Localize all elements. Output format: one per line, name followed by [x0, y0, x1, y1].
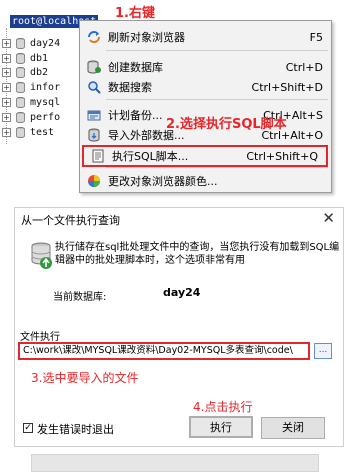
- menu-item-shortcut: F5: [309, 30, 323, 44]
- tree-item-label: perfo: [30, 111, 61, 123]
- tree-item-1[interactable]: + db1: [2, 51, 48, 65]
- menu-item-label: 更改对象浏览器颜色...: [108, 175, 218, 188]
- object-browser-tree: root@localhost + day24 + db1 + db2 + infor + mysq…: [0, 14, 99, 144]
- menu-item-shortcut: Ctrl+D: [285, 60, 323, 74]
- menu-item-2[interactable]: 数据搜索 Ctrl+Shift+D: [80, 77, 331, 97]
- menu-separator: [106, 50, 328, 51]
- dialog-description: 执行储存在sql批处理文件中的查询，当您执行没有加载到SQL编辑器中的批处理脚本…: [55, 242, 340, 266]
- tree-item-label: day24: [30, 37, 61, 49]
- sql-script-icon: [90, 148, 106, 164]
- context-menu: 刷新对象浏览器 F5 创建数据库 Ctrl+D 数据搜索 Ctrl+Shift+D 计划备份…: [79, 20, 332, 193]
- annotation-step1: 1.右键: [115, 6, 155, 21]
- backup-icon: [86, 107, 102, 123]
- tree-item-label: db2: [30, 66, 49, 78]
- execute-query-dialog: 从一个文件执行查询 ✕ 执行储存在sql批处理文件中的查询，当您执行没有加载到S…: [14, 207, 344, 472]
- menu-item-label: 数据搜索: [108, 81, 152, 94]
- menu-separator: [106, 167, 328, 168]
- annotation-step4: 4.点击执行: [193, 400, 253, 414]
- database-icon: [16, 111, 25, 123]
- menu-item-label: 创建数据库: [108, 61, 163, 74]
- tree-item-label: test: [30, 126, 55, 138]
- database-icon: [31, 242, 53, 270]
- tree-item-label: infor: [30, 81, 61, 93]
- refresh-icon: [86, 29, 102, 45]
- dialog-title: 从一个文件执行查询: [21, 214, 120, 227]
- menu-separator: [106, 99, 328, 100]
- progress-bar: [31, 454, 319, 472]
- tree-item-0[interactable]: + day24: [2, 36, 60, 50]
- exit-on-error-label: 发生错误时退出: [37, 423, 114, 436]
- database-icon: [16, 96, 25, 108]
- expand-icon[interactable]: +: [2, 97, 11, 107]
- menu-item-shortcut: Ctrl+Shift+D: [251, 80, 323, 94]
- menu-item-0[interactable]: 刷新对象浏览器 F5: [80, 27, 331, 47]
- file-execute-label: 文件执行: [20, 332, 60, 343]
- database-icon: [16, 126, 25, 138]
- expand-icon[interactable]: +: [2, 38, 11, 48]
- create-db-icon: [86, 59, 102, 75]
- menu-item-shortcut: Ctrl+Shift+Q: [246, 149, 318, 163]
- menu-item-label: 刷新对象浏览器: [108, 31, 185, 44]
- browse-button[interactable]: ...: [314, 343, 332, 359]
- menu-item-6[interactable]: 更改对象浏览器颜色...: [80, 171, 331, 191]
- execute-button[interactable]: 执行: [189, 416, 253, 438]
- close-icon[interactable]: ✕: [322, 209, 335, 227]
- expand-icon[interactable]: +: [2, 53, 11, 63]
- database-icon: [16, 66, 25, 78]
- import-icon: [86, 127, 102, 143]
- annotation-step3: 3.选中要导入的文件: [31, 371, 139, 385]
- file-path-input[interactable]: C:\work\课改\MYSQL课改资料\Day02-MYSQL多表查询\cod…: [18, 342, 310, 360]
- menu-item-label: 执行SQL脚本...: [112, 150, 189, 163]
- expand-icon[interactable]: +: [2, 112, 11, 122]
- annotation-step2: 2.选择执行SQL脚本: [166, 117, 287, 132]
- tree-item-label: db1: [30, 52, 49, 64]
- tree-item-label: mysql: [30, 96, 61, 108]
- database-icon: [16, 52, 25, 64]
- expand-icon[interactable]: +: [2, 82, 11, 92]
- exit-on-error-checkbox[interactable]: ✓: [23, 423, 33, 433]
- search-icon: [86, 79, 102, 95]
- database-icon: [16, 81, 25, 93]
- tree-item-2[interactable]: + db2: [2, 65, 48, 79]
- menu-item-1[interactable]: 创建数据库 Ctrl+D: [80, 57, 331, 77]
- expand-icon[interactable]: +: [2, 127, 11, 137]
- tree-item-3[interactable]: + infor: [2, 80, 60, 94]
- current-db-label: 当前数据库:: [53, 292, 107, 303]
- menu-item-5[interactable]: 执行SQL脚本... Ctrl+Shift+Q: [82, 145, 328, 167]
- current-db-value: day24: [163, 286, 201, 299]
- close-button[interactable]: 关闭: [261, 417, 325, 439]
- tree-item-6[interactable]: + test: [2, 125, 54, 139]
- tree-item-5[interactable]: + perfo: [2, 110, 60, 124]
- color-wheel-icon: [86, 173, 102, 189]
- tree-item-4[interactable]: + mysql: [2, 95, 60, 109]
- database-icon: [16, 37, 25, 49]
- expand-icon[interactable]: +: [2, 67, 11, 77]
